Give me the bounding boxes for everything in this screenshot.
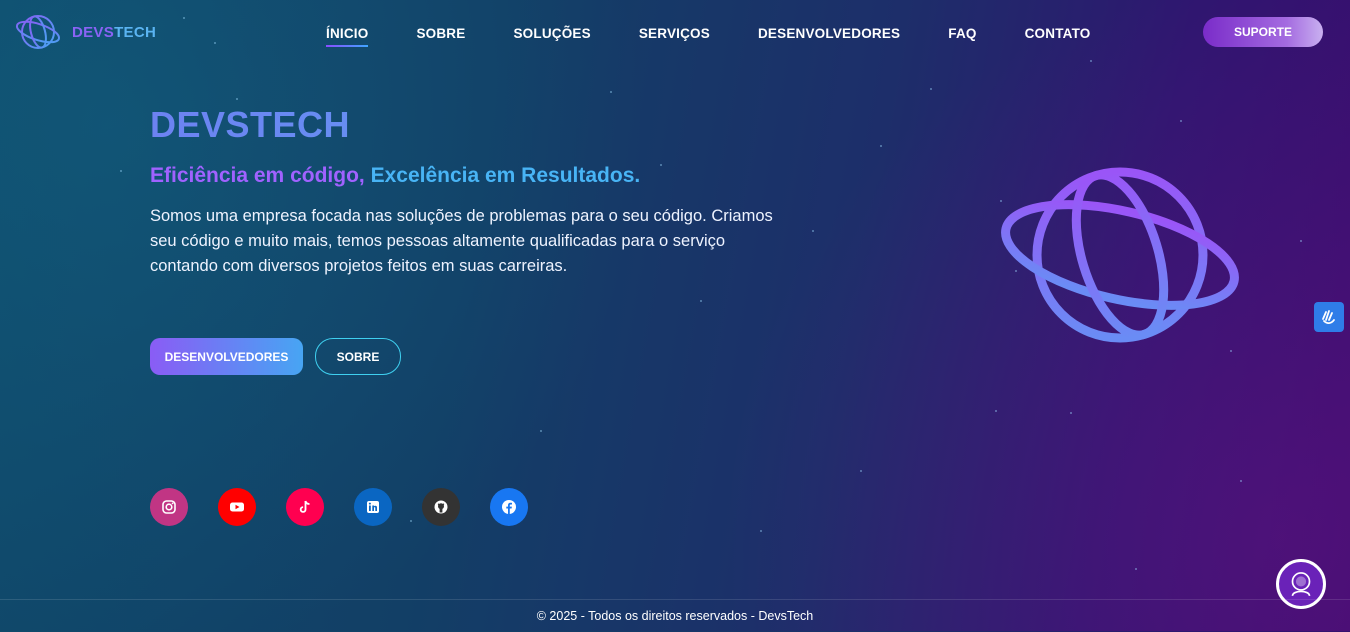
nav-item-contato[interactable]: CONTATO — [1025, 26, 1091, 47]
github-icon — [434, 500, 448, 514]
nav-item-inicio[interactable]: ÍNICIO — [326, 26, 369, 47]
instagram-icon — [162, 500, 176, 514]
social-links — [150, 488, 528, 526]
nav-item-sobre[interactable]: SOBRE — [416, 26, 465, 47]
star-dot — [700, 300, 702, 302]
github-link[interactable] — [422, 488, 460, 526]
nav-item-solucoes[interactable]: SOLUÇÕES — [513, 26, 590, 47]
star-dot — [1180, 120, 1182, 122]
facebook-icon — [502, 500, 516, 514]
brand-name: DEVSTECH — [72, 24, 156, 41]
star-dot — [1300, 240, 1302, 242]
youtube-icon — [230, 502, 244, 512]
brand-logo[interactable]: DEVSTECH — [14, 12, 156, 52]
facebook-link[interactable] — [490, 488, 528, 526]
star-dot — [995, 410, 997, 412]
globe-logo-icon — [15, 15, 61, 49]
hero-title: DEVSTECH — [150, 104, 790, 146]
nav-item-servicos[interactable]: SERVIÇOS — [639, 26, 710, 47]
globe-illustration-icon — [1001, 167, 1239, 343]
main-nav: ÍNICIO SOBRE SOLUÇÕES SERVIÇOS DESENVOLV… — [326, 26, 1091, 47]
page-footer: © 2025 - Todos os direitos reservados - … — [0, 599, 1350, 632]
nav-item-faq[interactable]: FAQ — [948, 26, 976, 47]
star-dot — [930, 88, 932, 90]
star-dot — [610, 91, 612, 93]
star-dot — [120, 170, 122, 172]
star-dot — [1230, 350, 1232, 352]
hero-section: DEVSTECH Eficiência em código, Excelênci… — [150, 104, 790, 296]
cta-buttons: DESENVOLVEDORES SOBRE — [150, 338, 401, 375]
brand-name-part-b: TECH — [114, 23, 157, 41]
star-dot — [236, 98, 238, 100]
tiktok-icon — [299, 500, 310, 513]
nav-item-desenvolvedores[interactable]: DESENVOLVEDORES — [758, 26, 900, 47]
footer-copyright: © 2025 - Todos os direitos reservados - … — [536, 609, 814, 623]
star-dot — [760, 530, 762, 532]
star-dot — [1070, 412, 1072, 414]
astronaut-icon — [1291, 572, 1311, 597]
hero-tagline: Eficiência em código, Excelência em Resu… — [150, 164, 790, 188]
linkedin-link[interactable] — [354, 488, 392, 526]
instagram-link[interactable] — [150, 488, 188, 526]
tagline-part-a: Eficiência em código, — [150, 164, 365, 187]
hero-description: Somos uma empresa focada nas soluções de… — [150, 207, 773, 275]
linkedin-icon — [367, 501, 379, 513]
tagline-part-b: Excelência em Resultados. — [370, 164, 641, 187]
brand-name-part-a: DEVS — [72, 23, 115, 41]
star-dot — [1135, 568, 1137, 570]
developers-button[interactable]: DESENVOLVEDORES — [150, 338, 303, 375]
star-dot — [860, 470, 862, 472]
star-dot — [1240, 480, 1242, 482]
star-dot — [812, 230, 814, 232]
star-dot — [880, 145, 882, 147]
tiktok-link[interactable] — [286, 488, 324, 526]
support-button[interactable]: SUPORTE — [1203, 17, 1323, 47]
sign-language-hands-icon — [1322, 310, 1335, 325]
about-button[interactable]: SOBRE — [315, 338, 401, 375]
top-header: DEVSTECH ÍNICIO SOBRE SOLUÇÕES SERVIÇOS … — [0, 0, 1350, 66]
accessibility-button[interactable] — [1314, 302, 1344, 332]
youtube-link[interactable] — [218, 488, 256, 526]
star-dot — [540, 430, 542, 432]
